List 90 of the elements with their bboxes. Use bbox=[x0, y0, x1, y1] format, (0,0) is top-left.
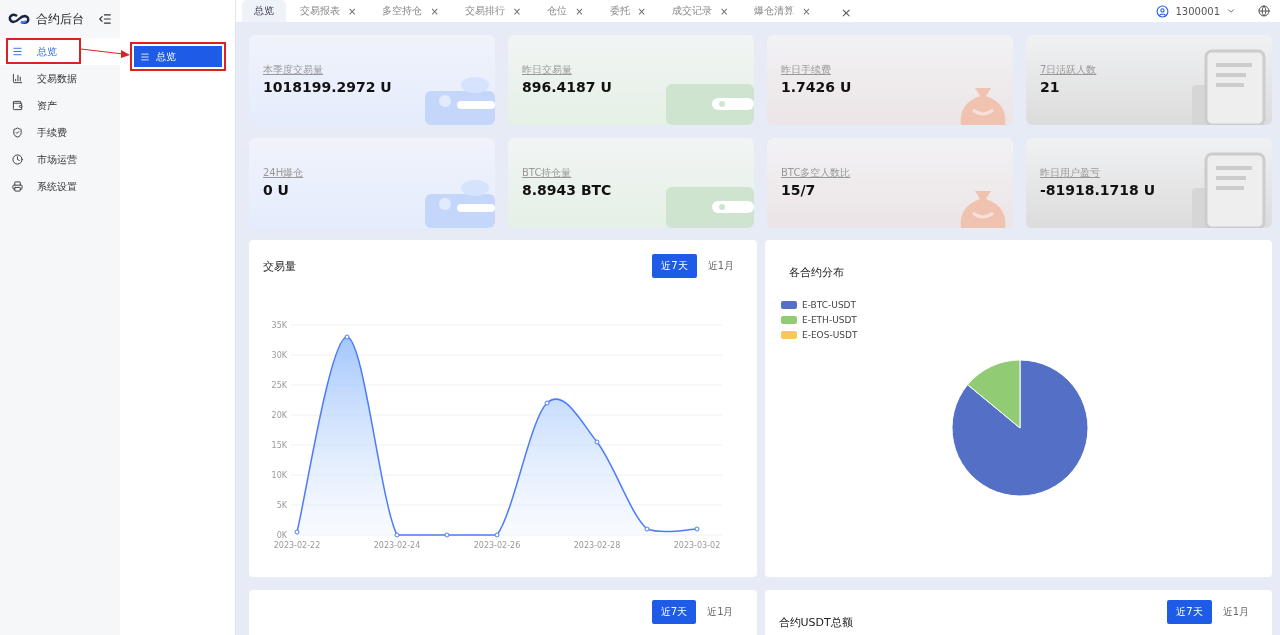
x-axis-label: 2023-02-24 bbox=[373, 541, 421, 550]
range-button[interactable]: 近1月 bbox=[1213, 600, 1258, 624]
page-tab[interactable]: 委托 × bbox=[597, 0, 658, 22]
stat-value: 1.7426 U bbox=[781, 79, 853, 95]
panel-title: 交易量 bbox=[263, 258, 297, 274]
annotation-arrow bbox=[81, 46, 131, 58]
close-icon[interactable]: × bbox=[719, 5, 729, 17]
data-point bbox=[394, 532, 400, 538]
stat-label: 24H爆仓 bbox=[263, 166, 305, 180]
stat-value: 21 bbox=[1040, 79, 1061, 95]
stat-value: 15/7 bbox=[781, 182, 817, 198]
stat-value: 1018199.2972 U bbox=[263, 79, 393, 95]
page-tab[interactable]: 仓位 × bbox=[535, 0, 596, 22]
range-button[interactable]: 近1月 bbox=[698, 600, 743, 624]
data-point bbox=[444, 532, 450, 538]
sidebar-item[interactable]: 系统设置 bbox=[0, 173, 120, 200]
user-avatar-icon bbox=[1156, 4, 1170, 18]
close-icon[interactable]: × bbox=[575, 5, 584, 17]
range-button[interactable]: 近7天 bbox=[652, 254, 697, 278]
stat-label: 昨日用户盈亏 bbox=[1040, 166, 1101, 180]
language-icon[interactable] bbox=[1258, 5, 1270, 17]
sidebar-item[interactable]: 交易数据 bbox=[0, 65, 120, 92]
y-axis-label: 0K bbox=[276, 531, 287, 540]
y-axis-label: 25K bbox=[271, 381, 287, 390]
data-point bbox=[694, 526, 700, 532]
caret-icon[interactable] bbox=[1226, 6, 1236, 16]
data-point bbox=[594, 439, 600, 445]
sidebar-item[interactable]: 资产 bbox=[0, 92, 120, 119]
page-tab[interactable]: 总览 bbox=[242, 0, 286, 22]
y-axis-label: 30K bbox=[271, 351, 287, 360]
data-point bbox=[644, 526, 650, 532]
x-axis-label: 2023-02-28 bbox=[573, 541, 621, 550]
page-tab[interactable]: 交易排行 × bbox=[452, 0, 534, 22]
x-axis-label: 2023-02-26 bbox=[473, 541, 521, 550]
legend-label: E-ETH-USDT bbox=[802, 315, 857, 325]
legend-swatch bbox=[781, 316, 797, 324]
stat-label: 昨日交易量 bbox=[522, 63, 573, 77]
page-tab[interactable]: 成交记录 × bbox=[659, 0, 741, 22]
panel-title: 各合约分布 bbox=[789, 264, 845, 280]
stat-value: 896.4187 U bbox=[522, 79, 613, 95]
y-axis-label: 5K bbox=[276, 501, 287, 510]
menu-item-icon bbox=[12, 127, 23, 138]
close-icon[interactable]: × bbox=[802, 5, 811, 17]
menu-item-icon bbox=[12, 73, 23, 84]
data-point bbox=[294, 529, 300, 535]
legend-label: E-BTC-USDT bbox=[802, 300, 857, 310]
legend-swatch bbox=[781, 331, 797, 339]
range-button[interactable]: 近7天 bbox=[1167, 600, 1212, 624]
sidebar-item[interactable]: 市场运营 bbox=[0, 146, 120, 173]
close-icon[interactable]: × bbox=[348, 5, 357, 17]
data-point bbox=[344, 334, 350, 340]
close-all-tabs[interactable]: × bbox=[840, 5, 852, 20]
x-axis-label: 2023-03-02 bbox=[673, 541, 721, 550]
stat-label: 7日活跃人数 bbox=[1040, 63, 1098, 77]
menu-item-icon bbox=[12, 46, 23, 57]
collapse-menu-icon[interactable] bbox=[98, 12, 112, 26]
menu-item-icon bbox=[12, 100, 23, 111]
y-axis-label: 15K bbox=[271, 441, 287, 450]
user-name[interactable]: 1300001 bbox=[1175, 5, 1220, 17]
panel-title: 合约USDT总额 bbox=[778, 615, 853, 629]
data-point bbox=[494, 532, 500, 538]
stat-label: 昨日手续费 bbox=[781, 63, 832, 77]
legend-label: E-EOS-USDT bbox=[802, 330, 858, 340]
close-icon[interactable]: × bbox=[430, 5, 439, 17]
stat-label: BTC持仓量 bbox=[522, 166, 573, 180]
legend-swatch bbox=[781, 301, 797, 309]
logo-icon bbox=[8, 13, 30, 25]
stat-value: 0 U bbox=[263, 182, 290, 198]
close-icon[interactable]: × bbox=[637, 5, 646, 17]
brand-title: 合约后台 bbox=[36, 10, 85, 28]
y-axis-label: 35K bbox=[271, 321, 287, 330]
list-icon bbox=[139, 51, 150, 62]
y-axis-label: 20K bbox=[271, 411, 287, 420]
submenu-item[interactable]: 总览 bbox=[133, 46, 222, 67]
data-point bbox=[544, 400, 550, 406]
page-tab[interactable]: 交易报表 × bbox=[288, 0, 369, 22]
stat-value: -81918.1718 U bbox=[1040, 182, 1157, 198]
y-axis-label: 10K bbox=[271, 471, 287, 480]
range-button[interactable]: 近7天 bbox=[651, 600, 697, 624]
menu-item-icon bbox=[12, 181, 23, 192]
page-tab[interactable]: 多空持仓 × bbox=[370, 0, 451, 22]
x-axis-label: 2023-02-22 bbox=[273, 541, 321, 550]
page-tab[interactable]: 爆仓清算 × bbox=[742, 0, 823, 22]
close-icon[interactable]: × bbox=[512, 5, 522, 17]
range-button[interactable]: 近1月 bbox=[698, 254, 743, 278]
menu-item-icon bbox=[12, 154, 23, 165]
sidebar-item[interactable]: 手续费 bbox=[0, 119, 120, 146]
stat-label: 本季度交易量 bbox=[263, 63, 324, 77]
stat-label: BTC多空人数比 bbox=[781, 166, 852, 180]
stat-value: 8.8943 BTC bbox=[522, 182, 613, 198]
